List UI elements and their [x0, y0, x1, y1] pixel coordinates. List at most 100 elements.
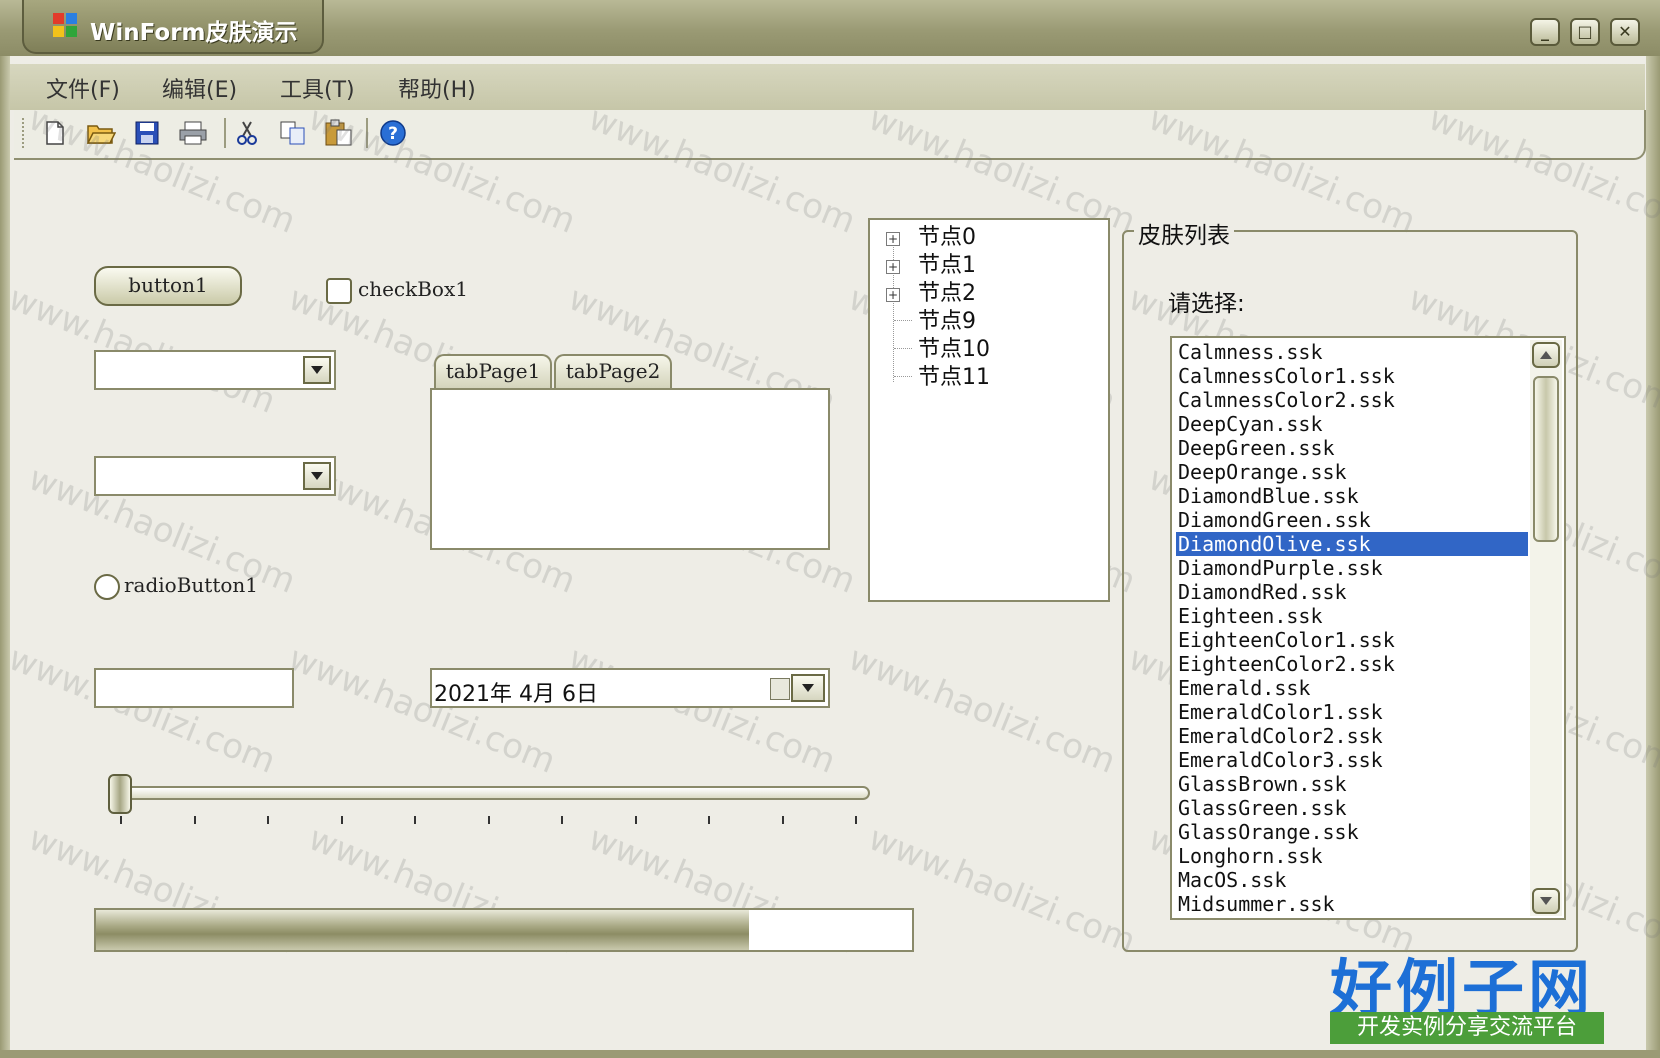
date-picker[interactable]: 2021年 4月 6日 [430, 668, 830, 708]
toolbar-separator [224, 118, 226, 148]
menu-file[interactable]: 文件(F) [46, 72, 120, 104]
tree-node[interactable]: 节点9 [918, 308, 976, 336]
skin-list-item[interactable]: EmeraldColor1.ssk [1176, 700, 1528, 724]
chevron-down-icon [1540, 897, 1552, 905]
expand-icon[interactable]: + [886, 288, 900, 302]
chevron-down-icon [311, 366, 323, 374]
paste-button[interactable] [324, 118, 354, 148]
menu-tools[interactable]: 工具(T) [280, 72, 355, 104]
combo-box-2-dropdown[interactable] [303, 462, 331, 490]
skin-list-item[interactable]: DiamondRed.ssk [1176, 580, 1528, 604]
cut-button[interactable] [232, 118, 262, 148]
open-folder-icon [86, 125, 116, 144]
tree-node[interactable]: 节点11 [918, 364, 990, 392]
save-button[interactable] [132, 118, 162, 148]
skin-list-item[interactable]: GlassBrown.ssk [1176, 772, 1528, 796]
checkbox1-label[interactable]: checkBox1 [358, 277, 468, 301]
slider-tick [781, 816, 784, 824]
scroll-thumb[interactable] [1533, 376, 1559, 542]
skin-list-item[interactable]: Midsummer.ssk [1176, 892, 1528, 916]
menu-bar: 文件(F) 编辑(E) 工具(T) 帮助(H) [10, 64, 1645, 110]
menu-help[interactable]: 帮助(H) [398, 72, 476, 104]
combo-box-1-dropdown[interactable] [303, 356, 331, 384]
tab-page-1[interactable]: tabPage1 [434, 354, 552, 388]
expand-icon[interactable]: + [886, 260, 900, 274]
maximize-button[interactable]: □ [1570, 18, 1600, 46]
watermark-text: www.haolizi.com [562, 638, 842, 782]
tree-view[interactable]: + + + 节点0 节点1 节点2 节点9 节点10 节点11 [868, 218, 1110, 602]
chevron-up-icon [1540, 351, 1552, 359]
skin-list-scrollbar[interactable] [1530, 340, 1562, 916]
minimize-button[interactable]: _ [1530, 18, 1560, 46]
scroll-down-button[interactable] [1532, 888, 1560, 914]
tab-page-2[interactable]: tabPage2 [554, 354, 672, 388]
open-button[interactable] [86, 118, 116, 148]
toolbar: ? [14, 110, 1646, 160]
radio-button-1-label[interactable]: radioButton1 [124, 573, 258, 597]
watermark-text: www.haolizi.com [282, 638, 562, 782]
skin-list-item[interactable]: EighteenColor1.ssk [1176, 628, 1528, 652]
text-box[interactable] [94, 668, 294, 708]
skin-list-item[interactable]: Calmness.ssk [1176, 340, 1528, 364]
skin-list-item[interactable]: DiamondBlue.ssk [1176, 484, 1528, 508]
skin-list-item[interactable]: EmeraldColor2.ssk [1176, 724, 1528, 748]
slider-thumb[interactable] [108, 774, 132, 814]
copy-button[interactable] [278, 118, 308, 148]
skin-list-item[interactable]: DeepOrange.ssk [1176, 460, 1528, 484]
slider-tick [193, 816, 196, 824]
slider-track[interactable] [108, 786, 870, 800]
skin-list-item[interactable]: Emerald.ssk [1176, 676, 1528, 700]
print-button[interactable] [178, 118, 208, 148]
skin-prompt-label: 请选择: [1168, 291, 1245, 317]
slider-tick [267, 816, 269, 824]
skin-list-item[interactable]: DiamondPurple.ssk [1176, 556, 1528, 580]
close-button[interactable]: ✕ [1610, 18, 1640, 46]
tree-node[interactable]: 节点1 [918, 252, 976, 280]
skin-list-item[interactable]: EighteenColor2.ssk [1176, 652, 1528, 676]
skin-list-item[interactable]: GlassGreen.ssk [1176, 796, 1528, 820]
tree-connector [894, 376, 912, 377]
new-file-button[interactable] [40, 118, 70, 148]
menu-edit[interactable]: 编辑(E) [162, 72, 237, 104]
brand-tagline: 开发实例分享交流平台 [1330, 1012, 1604, 1044]
date-picker-dropdown[interactable] [791, 674, 825, 702]
button1[interactable]: button1 [94, 266, 242, 306]
skin-list-item[interactable]: Longhorn.ssk [1176, 844, 1528, 868]
window-frame-bottom [0, 1050, 1660, 1058]
skin-list-item[interactable]: MacOS.ssk [1176, 868, 1528, 892]
skin-list-item[interactable]: DiamondGreen.ssk [1176, 508, 1528, 532]
app-icon [53, 13, 77, 37]
skin-list-item[interactable]: DeepGreen.ssk [1176, 436, 1528, 460]
combo-box-2[interactable] [94, 456, 336, 496]
skin-list-item[interactable]: CalmnessColor2.ssk [1176, 388, 1528, 412]
skin-list-item[interactable]: EmeraldColor3.ssk [1176, 748, 1528, 772]
watermark-text: www.haolizi.com [2, 638, 282, 782]
skin-list-item[interactable]: DiamondOlive.ssk [1176, 532, 1528, 556]
tree-node[interactable]: 节点0 [918, 224, 976, 252]
chevron-down-icon [802, 684, 814, 692]
skin-list-item[interactable]: Eighteen.ssk [1176, 604, 1528, 628]
skin-list-box[interactable]: Calmness.ssk CalmnessColor1.ssk CalmnessCo… [1170, 336, 1566, 920]
skin-list-item[interactable]: DeepCyan.ssk [1176, 412, 1528, 436]
checkbox1[interactable] [326, 278, 352, 304]
tree-connector [893, 234, 894, 382]
combo-box-1[interactable] [94, 350, 336, 390]
slider-tick [340, 816, 343, 824]
expand-icon[interactable]: + [886, 232, 900, 246]
paste-icon [325, 119, 352, 146]
tree-node[interactable]: 节点10 [918, 336, 990, 364]
radio-button-1[interactable] [94, 574, 120, 600]
copy-icon [280, 121, 305, 145]
close-icon: ✕ [1618, 22, 1632, 41]
scroll-up-button[interactable] [1532, 342, 1560, 368]
window-title: WinForm皮肤演示 [90, 20, 298, 46]
help-button[interactable]: ? [378, 118, 408, 148]
toolbar-grip[interactable] [22, 118, 26, 148]
skin-group-title: 皮肤列表 [1134, 216, 1234, 250]
slider-tick [855, 816, 857, 824]
tree-node[interactable]: 节点2 [918, 280, 976, 308]
progress-fill [96, 910, 749, 950]
skin-list-item[interactable]: CalmnessColor1.ssk [1176, 364, 1528, 388]
skin-list-item[interactable]: GlassOrange.ssk [1176, 820, 1528, 844]
slider-tick [414, 816, 416, 824]
